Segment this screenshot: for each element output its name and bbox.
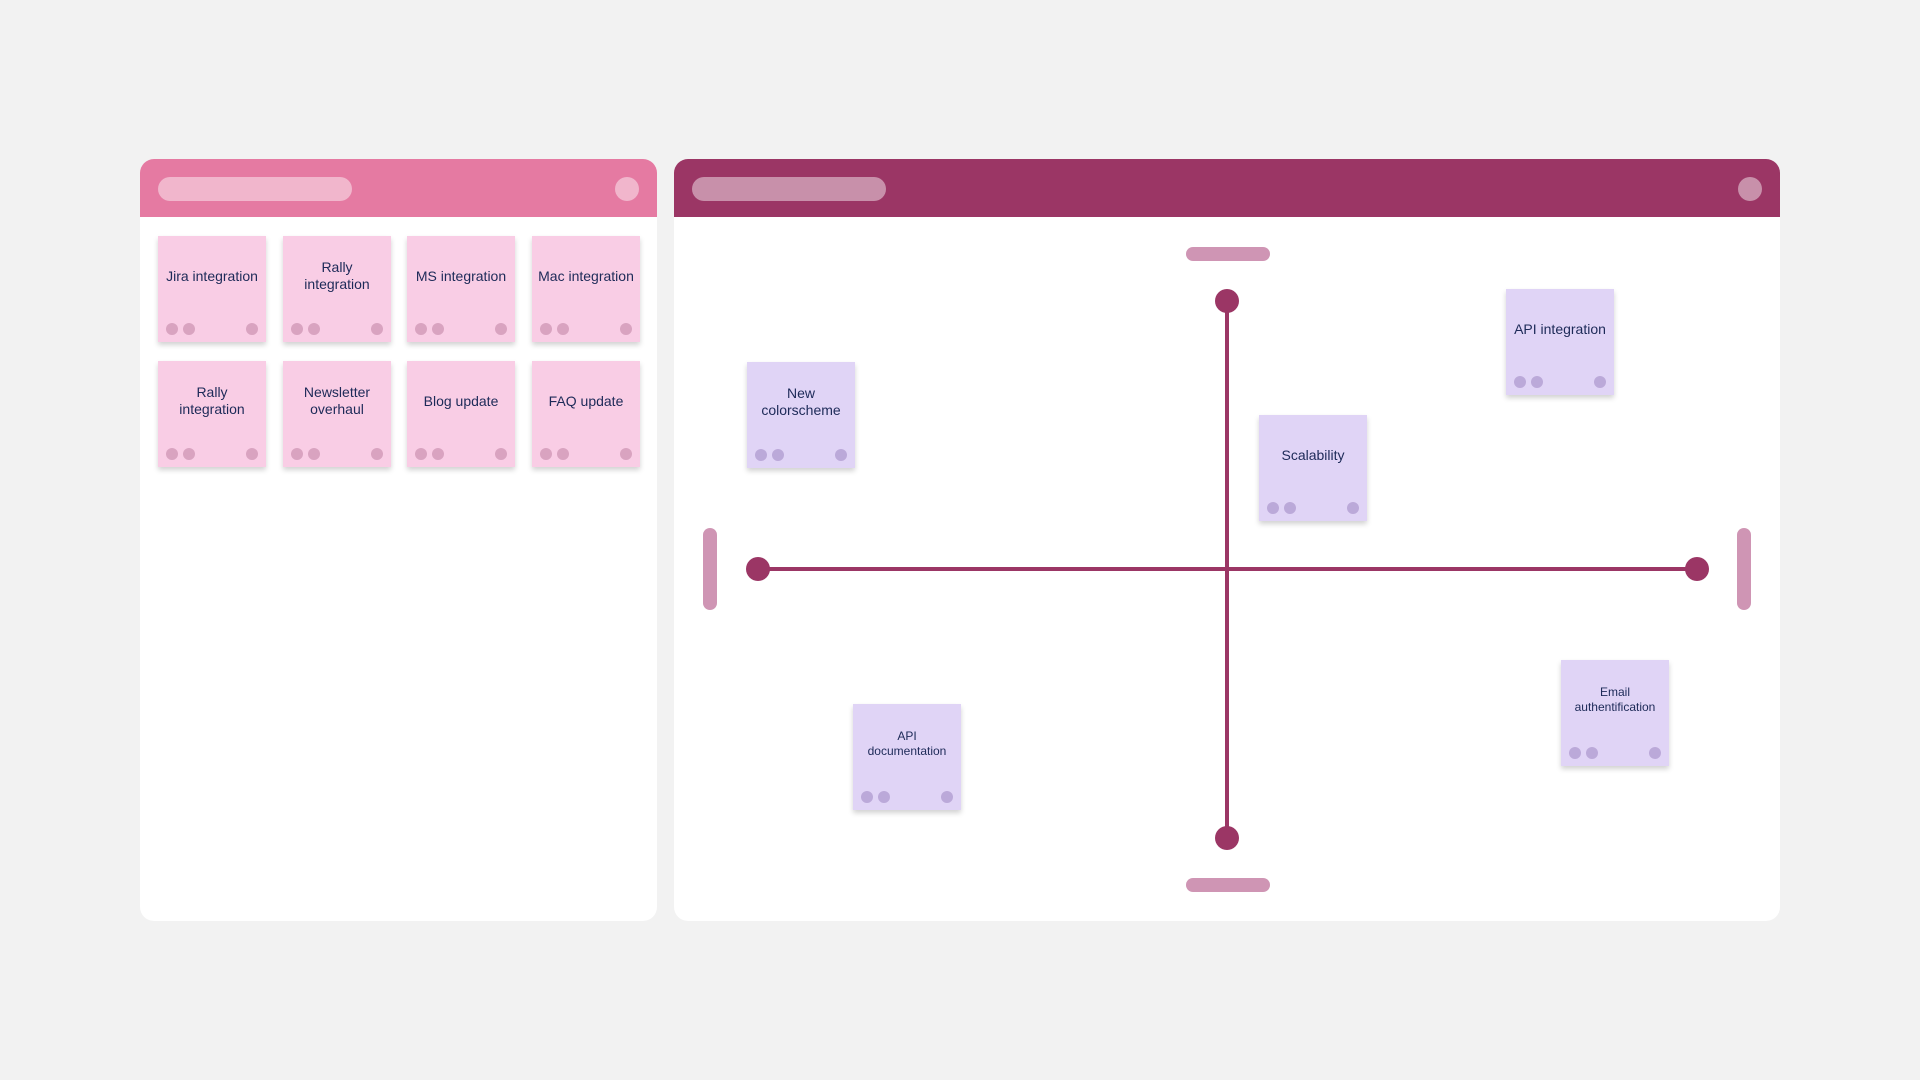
backlog-panel: Jira integration Rally integration MS in… xyxy=(140,159,657,921)
note-dot-icon xyxy=(246,448,258,460)
note-label: API documentation xyxy=(867,729,947,758)
note-dot-icon xyxy=(495,448,507,460)
note-dot-icon xyxy=(415,448,427,460)
priority-matrix-panel: New colorscheme Scalability API integrat… xyxy=(674,159,1780,921)
matrix-note[interactable]: API documentation xyxy=(853,704,961,810)
note-label: Scalability xyxy=(1281,446,1345,463)
note-dot-icon xyxy=(772,449,784,461)
note-label: Jira integration xyxy=(166,267,258,284)
note-dot-icon xyxy=(246,323,258,335)
note-label: Blog update xyxy=(423,392,499,409)
backlog-note[interactable]: FAQ update xyxy=(532,361,640,467)
note-dot-icon xyxy=(291,323,303,335)
note-dot-icon xyxy=(620,323,632,335)
note-dot-icon xyxy=(1284,502,1296,514)
note-dot-icon xyxy=(432,323,444,335)
note-dot-icon xyxy=(878,791,890,803)
note-dot-icon xyxy=(432,448,444,460)
note-dot-icon xyxy=(557,448,569,460)
note-dot-icon xyxy=(1569,747,1581,759)
backlog-note[interactable]: Jira integration xyxy=(158,236,266,342)
note-label: New colorscheme xyxy=(761,385,841,418)
note-dot-icon xyxy=(166,448,178,460)
note-dot-icon xyxy=(1594,376,1606,388)
vertical-axis-bottom-endpoint xyxy=(1215,826,1239,850)
note-dot-icon xyxy=(495,323,507,335)
note-dot-icon xyxy=(183,323,195,335)
note-label: Mac integration xyxy=(538,267,634,284)
note-dot-icon xyxy=(1347,502,1359,514)
matrix-note[interactable]: New colorscheme xyxy=(747,362,855,468)
note-dot-icon xyxy=(371,323,383,335)
note-dot-icon xyxy=(1514,376,1526,388)
note-dot-icon xyxy=(308,448,320,460)
vertical-axis-top-endpoint xyxy=(1215,289,1239,313)
note-dot-icon xyxy=(1267,502,1279,514)
bottom-axis-handle xyxy=(1186,878,1270,892)
note-dot-icon xyxy=(835,449,847,461)
note-label: FAQ update xyxy=(548,392,624,409)
note-label: Rally integration xyxy=(179,384,245,417)
note-dot-icon xyxy=(861,791,873,803)
note-dot-icon xyxy=(308,323,320,335)
horizontal-axis-left-endpoint xyxy=(746,557,770,581)
note-dot-icon xyxy=(620,448,632,460)
matrix-axes xyxy=(703,247,1751,892)
note-dot-icon xyxy=(1531,376,1543,388)
note-label: Email authentification xyxy=(1574,685,1656,714)
note-dot-icon xyxy=(371,448,383,460)
top-axis-handle xyxy=(1186,247,1270,261)
note-dot-icon xyxy=(166,323,178,335)
note-dot-icon xyxy=(183,448,195,460)
backlog-note[interactable]: Newsletter overhaul xyxy=(283,361,391,467)
note-dot-icon xyxy=(941,791,953,803)
note-dot-icon xyxy=(415,323,427,335)
note-dot-icon xyxy=(1649,747,1661,759)
backlog-title-placeholder[interactable] xyxy=(158,177,352,201)
backlog-note[interactable]: Mac integration xyxy=(532,236,640,342)
backlog-panel-header xyxy=(140,159,657,217)
left-axis-handle xyxy=(703,528,717,610)
note-label: API integration xyxy=(1514,320,1606,337)
backlog-note[interactable]: MS integration xyxy=(407,236,515,342)
note-label: Newsletter overhaul xyxy=(303,384,371,417)
backlog-note[interactable]: Blog update xyxy=(407,361,515,467)
matrix-note[interactable]: Scalability xyxy=(1259,415,1367,521)
horizontal-axis-right-endpoint xyxy=(1685,557,1709,581)
note-dot-icon xyxy=(557,323,569,335)
note-dot-icon xyxy=(540,323,552,335)
note-label: Rally integration xyxy=(304,259,370,292)
backlog-note[interactable]: Rally integration xyxy=(283,236,391,342)
note-dot-icon xyxy=(1586,747,1598,759)
matrix-note[interactable]: API integration xyxy=(1506,289,1614,395)
matrix-note[interactable]: Email authentification xyxy=(1561,660,1669,766)
backlog-menu-button[interactable] xyxy=(615,177,639,201)
note-dot-icon xyxy=(755,449,767,461)
backlog-note[interactable]: Rally integration xyxy=(158,361,266,467)
note-dot-icon xyxy=(291,448,303,460)
right-axis-handle xyxy=(1737,528,1751,610)
note-label: MS integration xyxy=(415,267,507,284)
note-dot-icon xyxy=(540,448,552,460)
